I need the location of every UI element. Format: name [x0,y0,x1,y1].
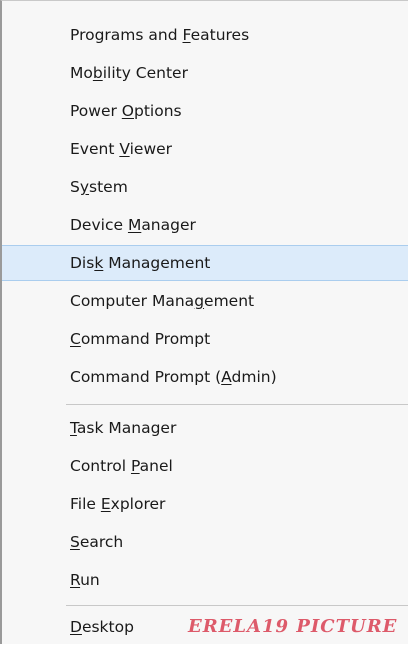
menu-item-label: Task Manager [70,419,177,437]
menu-item-label: Device Manager [70,216,196,234]
watermark: ERELA19 PICTURE [188,616,398,637]
menu-item-label: Control Panel [70,457,173,475]
power-user-menu: Programs and Features Mobility Center Po… [0,0,408,644]
menu-item-search[interactable]: Search [2,524,408,560]
menu-item-label: Mobility Center [70,64,188,82]
menu-item-power-options[interactable]: Power Options [2,93,408,129]
menu-item-label: Computer Management [70,292,255,310]
menu-item-mobility-center[interactable]: Mobility Center [2,55,408,91]
menu-item-system[interactable]: System [2,169,408,205]
menu-item-label: Programs and Features [70,26,250,44]
menu-item-computer-management[interactable]: Computer Management [2,283,408,319]
menu-item-file-explorer[interactable]: File Explorer [2,486,408,522]
menu-separator [66,404,408,405]
menu-item-label: Command Prompt [70,330,211,348]
menu-item-run[interactable]: Run [2,562,408,598]
menu-item-label: Search [70,533,124,551]
menu-item-label: File Explorer [70,495,166,513]
menu-item-command-prompt-admin[interactable]: Command Prompt (Admin) [2,359,408,395]
menu-item-control-panel[interactable]: Control Panel [2,448,408,484]
menu-item-label: Run [70,571,100,589]
menu-item-label: System [70,178,128,196]
menu-separator [66,605,408,606]
menu-item-label: Power Options [70,102,182,120]
menu-item-device-manager[interactable]: Device Manager [2,207,408,243]
menu-item-command-prompt[interactable]: Command Prompt [2,321,408,357]
menu-item-label: Event Viewer [70,140,173,158]
menu-item-programs-and-features[interactable]: Programs and Features [2,17,408,53]
menu-item-label: Disk Management [70,254,211,272]
menu-item-label: Command Prompt (Admin) [70,368,277,386]
menu-item-label: Desktop [70,618,134,636]
menu-item-disk-management[interactable]: Disk Management [2,245,408,281]
menu-item-task-manager[interactable]: Task Manager [2,410,408,446]
menu-item-event-viewer[interactable]: Event Viewer [2,131,408,167]
